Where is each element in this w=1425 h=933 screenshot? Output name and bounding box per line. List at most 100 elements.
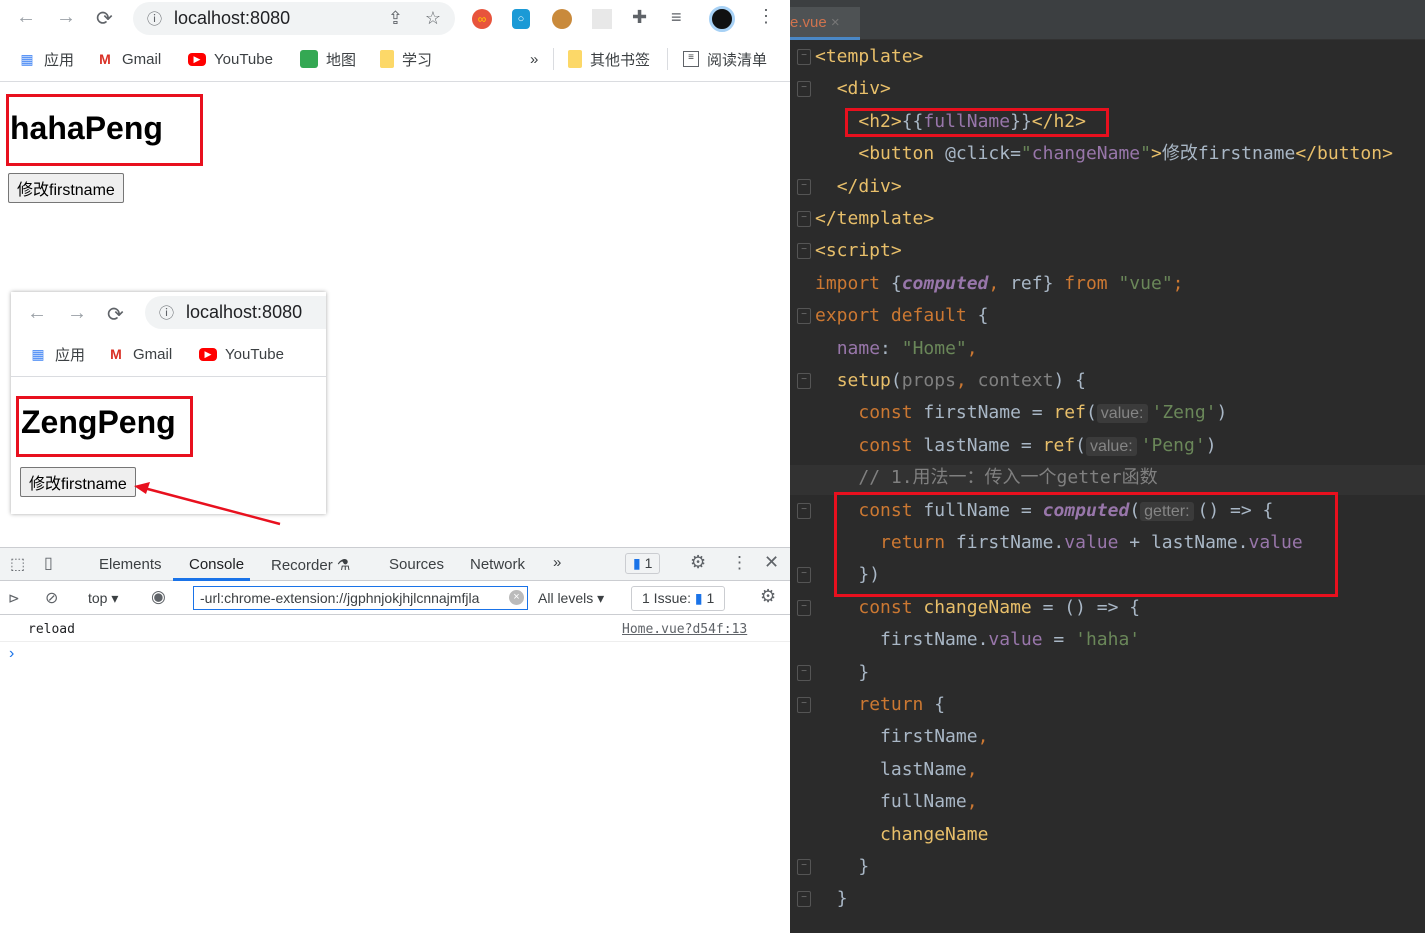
- code-token: ref: [1053, 402, 1086, 424]
- messages-badge[interactable]: ▮ 1: [625, 553, 661, 574]
- code-line[interactable]: firstName.value = 'haha': [815, 624, 1140, 656]
- back-icon[interactable]: ←: [16, 6, 36, 29]
- avatar[interactable]: [709, 6, 735, 32]
- code-line[interactable]: firstName,: [815, 721, 988, 753]
- code-line[interactable]: export default {: [815, 300, 988, 332]
- code-token: (: [1075, 434, 1086, 456]
- fold-icon[interactable]: −: [797, 211, 811, 227]
- code-line[interactable]: }: [815, 883, 848, 915]
- code-line[interactable]: return {: [815, 689, 945, 721]
- code-token: import: [815, 272, 891, 294]
- code-line[interactable]: setup(props, context) {: [815, 365, 1086, 397]
- device-toggle-icon[interactable]: ▯: [44, 553, 53, 573]
- code-line[interactable]: }: [815, 851, 869, 883]
- address-bar[interactable]: ⓘ localhost:8080 ⇪ ☆: [133, 2, 455, 35]
- fold-icon[interactable]: −: [797, 178, 811, 195]
- reading-list[interactable]: ≡ 阅读清单: [683, 48, 767, 70]
- code-line[interactable]: <div>: [815, 73, 891, 105]
- close-icon[interactable]: ✕: [764, 552, 779, 573]
- extension-infinity-icon[interactable]: ∞: [472, 9, 492, 29]
- eye-icon[interactable]: ◉: [151, 587, 166, 607]
- bookmark-maps[interactable]: 地图: [300, 48, 356, 70]
- sidebar-toggle-icon[interactable]: ⊳: [8, 590, 20, 607]
- code-line[interactable]: import {computed, ref} from "vue";: [815, 268, 1184, 300]
- inspect-icon[interactable]: ⬚: [10, 554, 25, 574]
- tab-console[interactable]: Console: [189, 556, 244, 573]
- extension-grid-icon[interactable]: [592, 9, 612, 29]
- tab-network[interactable]: Network: [470, 556, 525, 573]
- code-line[interactable]: fullName,: [815, 786, 978, 818]
- reload-icon[interactable]: ⟳: [96, 6, 113, 31]
- fold-icon[interactable]: −: [797, 891, 811, 908]
- code-line[interactable]: <script>: [815, 235, 902, 267]
- url-text: localhost:8080: [174, 8, 291, 28]
- bookmark-other[interactable]: 其他书签: [568, 48, 650, 70]
- console-filter-input[interactable]: -url:chrome-extension://jgphnjokjhjlcnna…: [193, 586, 528, 610]
- tab-elements[interactable]: Elements: [99, 556, 162, 573]
- code-line[interactable]: name: "Home",: [815, 333, 978, 365]
- fold-icon[interactable]: −: [797, 49, 811, 65]
- console-log-source-link[interactable]: Home.vue?d54f:13: [622, 622, 747, 637]
- console-log-text: reload: [28, 622, 75, 637]
- fold-icon[interactable]: −: [797, 859, 811, 875]
- fold-icon[interactable]: −: [797, 664, 811, 681]
- more-options-icon[interactable]: ⋮: [731, 553, 748, 573]
- star-icon[interactable]: ☆: [425, 8, 441, 29]
- bookmark-label: 学习: [402, 51, 433, 69]
- fold-icon[interactable]: −: [797, 502, 811, 519]
- code-line[interactable]: <button @click="changeName">修改firstname<…: [815, 138, 1393, 170]
- bookmark-folder-study[interactable]: 学习: [380, 48, 432, 70]
- more-tabs-icon[interactable]: »: [553, 554, 561, 571]
- code-line[interactable]: lastName,: [815, 754, 978, 786]
- forward-icon[interactable]: →: [56, 6, 76, 29]
- fold-icon[interactable]: −: [797, 81, 811, 98]
- context-selector[interactable]: top ▾: [88, 590, 118, 607]
- code-token: =: [1042, 629, 1076, 651]
- fold-icon[interactable]: −: [797, 697, 811, 713]
- code-line[interactable]: </template>: [815, 203, 934, 235]
- code-token: ref}: [1010, 272, 1065, 294]
- extension-hex-icon[interactable]: ○: [512, 9, 530, 29]
- clear-filter-icon[interactable]: ×: [509, 590, 524, 605]
- tab-sources[interactable]: Sources: [389, 556, 444, 573]
- issues-button[interactable]: 1 Issue: ▮ 1: [631, 586, 726, 611]
- bookmarks-more-button[interactable]: »: [530, 48, 538, 70]
- close-tab-icon[interactable]: ×: [831, 14, 840, 31]
- console-settings-icon[interactable]: ⚙: [760, 586, 776, 607]
- code-line[interactable]: <template>: [815, 41, 923, 73]
- bookmark-youtube[interactable]: ▶ YouTube: [188, 48, 273, 70]
- settings-gear-icon[interactable]: ⚙: [690, 552, 706, 573]
- clear-console-icon[interactable]: ⊘: [45, 588, 58, 608]
- code-token: ,: [966, 337, 978, 359]
- code-line[interactable]: }: [815, 657, 869, 689]
- code-token: ,: [966, 791, 978, 813]
- menu-icon[interactable]: ⋮: [757, 6, 775, 27]
- code-line[interactable]: const lastName = ref(value: 'Peng'): [815, 430, 1217, 462]
- code-line[interactable]: </div>: [815, 171, 902, 203]
- change-firstname-button[interactable]: 修改firstname: [8, 173, 124, 203]
- fold-icon[interactable]: −: [797, 243, 811, 260]
- fold-icon[interactable]: −: [797, 599, 811, 616]
- editor-tab[interactable]: e.vue ×: [790, 7, 860, 40]
- extension-cookie-icon[interactable]: [552, 9, 572, 29]
- highlight-box: [16, 396, 193, 457]
- extensions-puzzle-icon[interactable]: ✚: [632, 7, 647, 28]
- media-control-icon[interactable]: ≡: [671, 7, 682, 28]
- code-line[interactable]: // 1.用法一：传入一个getter函数: [815, 462, 1157, 494]
- fold-icon[interactable]: −: [797, 567, 811, 584]
- console-prompt[interactable]: ›: [9, 645, 14, 663]
- code-line[interactable]: changeName: [815, 819, 988, 851]
- tab-recorder[interactable]: Recorder ⚗: [271, 556, 350, 574]
- fold-icon[interactable]: −: [797, 308, 811, 325]
- fold-icon[interactable]: −: [797, 373, 811, 389]
- bookmark-apps[interactable]: ▦ 应用: [18, 48, 74, 70]
- code-token: changeName: [880, 823, 989, 845]
- code-token: (: [890, 370, 902, 391]
- log-levels-dropdown[interactable]: All levels ▾: [538, 590, 604, 607]
- code-line[interactable]: const firstName = ref(value: 'Zeng'): [815, 397, 1227, 429]
- bookmark-gmail[interactable]: M Gmail: [96, 48, 161, 70]
- share-icon[interactable]: ⇪: [388, 8, 403, 29]
